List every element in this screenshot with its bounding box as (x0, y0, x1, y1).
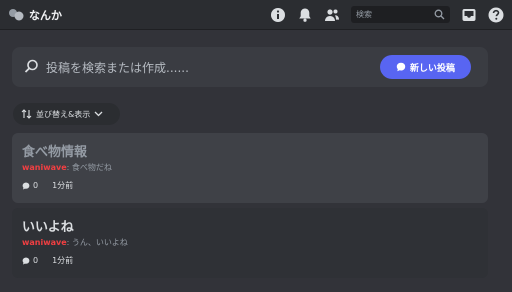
new-post-label: 新しい投稿 (409, 63, 455, 74)
help-icon[interactable] (488, 7, 504, 23)
reply-count: 0 (33, 256, 39, 265)
search-icon (24, 59, 38, 73)
channel-title: なんか (29, 9, 62, 22)
post-card[interactable]: 食べ物情報 waniwave: 食べ物だね 0 1分前 (12, 133, 488, 203)
members-icon[interactable] (324, 7, 340, 23)
post-search-placeholder: 投稿を検索または作成...... (46, 61, 189, 75)
top-bar: なんか 検索 (0, 0, 512, 30)
post-meta: 0 1分前 (22, 180, 73, 191)
post-meta: 0 1分前 (22, 255, 73, 266)
post-author[interactable]: waniwave (22, 238, 67, 247)
new-post-button[interactable]: 新しい投稿 (380, 55, 471, 79)
post-title: 食べ物情報 (22, 145, 88, 160)
reply-count: 0 (33, 181, 39, 190)
reply-count-icon (22, 182, 30, 189)
sort-and-view-button[interactable]: 並び替え&表示 (13, 103, 120, 125)
chat-bubble-icon (396, 62, 406, 72)
post-card[interactable]: いいよね waniwave: うん、いいよね 0 1分前 (12, 208, 488, 278)
info-icon[interactable] (270, 7, 286, 23)
search-box[interactable]: 検索 (351, 6, 450, 23)
reply-count-icon (22, 257, 30, 264)
search-placeholder: 検索 (356, 10, 372, 19)
post-title: いいよね (22, 220, 74, 235)
post-preview: waniwave: 食べ物だね (22, 162, 112, 173)
sort-icon (21, 109, 32, 119)
post-preview: waniwave: うん、いいよね (22, 237, 128, 248)
bell-icon[interactable] (297, 7, 313, 23)
threads-logo-icon (9, 9, 24, 21)
post-preview-text: うん、いいよね (71, 238, 128, 247)
sort-label: 並び替え&表示 (36, 109, 91, 119)
inbox-icon[interactable] (461, 7, 477, 23)
chevron-down-icon (94, 111, 103, 117)
search-icon (434, 9, 445, 20)
post-author[interactable]: waniwave (22, 163, 67, 172)
post-timestamp: 1分前 (52, 181, 74, 190)
post-timestamp: 1分前 (52, 256, 74, 265)
post-preview-text: 食べ物だね (71, 163, 112, 172)
